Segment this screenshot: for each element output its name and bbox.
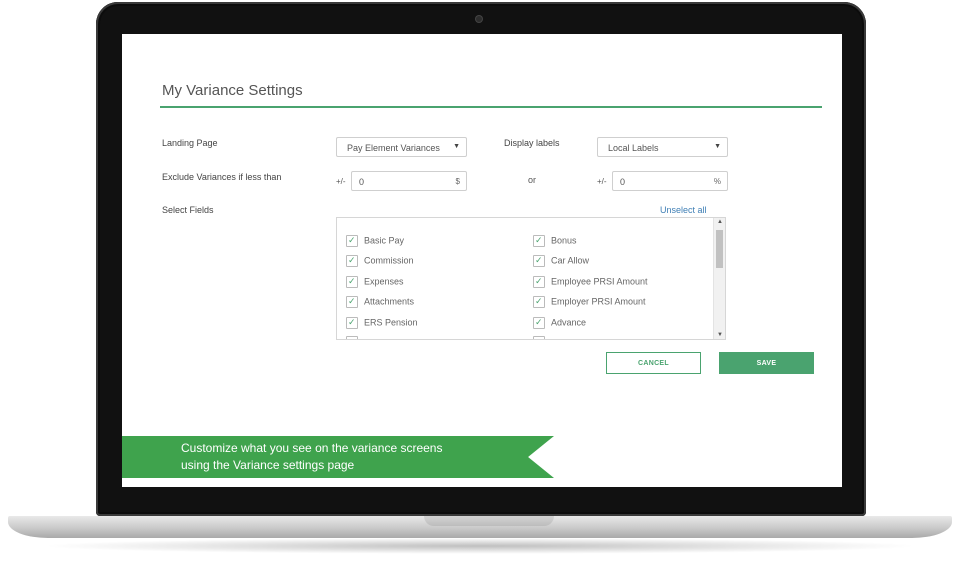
display-labels-label: Display labels [504,138,560,148]
checkbox[interactable]: ✓ [346,275,358,288]
field-label: Employee PRSI Amount [551,276,648,287]
screen: My Variance Settings Landing Page Pay El… [122,34,842,487]
banner-line-2: using the Variance settings page [181,458,355,472]
field-car-allow[interactable]: ✓ Car Allow [533,254,589,268]
field-bonus[interactable]: ✓ Bonus [533,234,577,248]
save-button[interactable]: SAVE [719,352,814,374]
percent-threshold-value: 0 [620,177,626,187]
field-basic-pay[interactable]: ✓ Basic Pay [346,234,404,248]
check-icon: ✓ [535,234,543,245]
display-labels-select[interactable]: Local Labels ▼ [597,137,728,157]
field-label: Employer PRSI Amount [551,296,646,307]
check-icon: ✓ [535,316,543,327]
scroll-thumb[interactable] [716,230,723,268]
laptop-notch [424,516,554,526]
amount-threshold-value: 0 [359,177,365,187]
field-label: Basic Pay [364,235,405,246]
fields-scrollbar[interactable]: ▲ ▼ [713,218,725,339]
field-commission[interactable]: ✓ Commission [346,254,414,268]
display-labels-value: Local Labels [608,143,659,153]
or-label: or [528,175,537,185]
check-icon: ✓ [348,234,356,245]
checkbox[interactable]: ✓ [533,316,545,329]
checkbox[interactable]: ✓ [346,234,358,247]
check-icon: ✓ [348,316,356,327]
amount-threshold-input[interactable]: 0 $ [351,171,467,191]
field-label: Attachments [364,296,415,307]
check-icon: ✓ [348,254,356,265]
checkbox[interactable]: ✓ [533,254,545,267]
checkbox[interactable]: ✓ [533,295,545,308]
checkbox[interactable]: ✓ [533,234,545,247]
landing-page-label: Landing Page [162,138,218,148]
title-divider [160,106,822,108]
percent-threshold-input[interactable]: 0 % [612,171,728,191]
check-icon: ✓ [535,254,543,265]
check-icon: ✓ [348,275,356,286]
landing-page-select[interactable]: Pay Element Variances ▼ [336,137,467,157]
page-title: My Variance Settings [162,82,303,99]
check-icon: ✓ [348,295,356,306]
plus-minus-amount: +/- [336,177,346,186]
info-banner: Customize what you see on the variance s… [122,436,554,478]
laptop-shadow [40,538,920,554]
scroll-up-icon[interactable]: ▲ [715,219,725,225]
banner-line-1: Customize what you see on the variance s… [181,441,443,455]
exclude-variances-label: Exclude Variances if less than [162,172,282,182]
caret-down-icon: ▼ [714,143,721,150]
percent-unit: % [713,177,721,186]
field-label: Commission [364,255,414,266]
checkbox[interactable]: ✓ [533,275,545,288]
checkbox[interactable]: ✓ [346,316,358,329]
landing-page-value: Pay Element Variances [347,143,440,153]
field-partial-left[interactable] [346,335,364,339]
field-expenses[interactable]: ✓ Expenses [346,275,404,289]
checkbox[interactable] [533,335,545,339]
scroll-down-icon[interactable]: ▼ [715,332,725,338]
cancel-button[interactable]: CANCEL [606,352,701,374]
field-label: Advance [551,317,587,328]
field-advance[interactable]: ✓ Advance [533,316,586,330]
field-ers-pension[interactable]: ✓ ERS Pension [346,316,418,330]
field-employer-prsi[interactable]: ✓ Employer PRSI Amount [533,295,646,309]
plus-minus-percent: +/- [597,177,607,186]
check-icon: ✓ [535,275,543,286]
checkbox[interactable]: ✓ [346,295,358,308]
dollar-unit: $ [455,177,460,186]
field-label: Expenses [364,276,404,287]
check-icon: ✓ [535,295,543,306]
laptop-base [8,516,952,538]
fields-list: ✓ Basic Pay ✓ Commission ✓ Expenses ✓ Attach… [336,217,726,340]
select-fields-label: Select Fields [162,205,214,215]
checkbox[interactable] [346,335,358,339]
field-attachments[interactable]: ✓ Attachments [346,295,414,309]
unselect-all-link[interactable]: Unselect all [660,205,707,215]
field-employee-prsi[interactable]: ✓ Employee PRSI Amount [533,275,648,289]
caret-down-icon: ▼ [453,143,460,150]
field-label: Bonus [551,235,577,246]
field-label: Car Allow [551,255,590,266]
field-partial-right[interactable] [533,335,551,339]
field-label: ERS Pension [364,317,418,328]
camera-icon [476,16,482,22]
checkbox[interactable]: ✓ [346,254,358,267]
